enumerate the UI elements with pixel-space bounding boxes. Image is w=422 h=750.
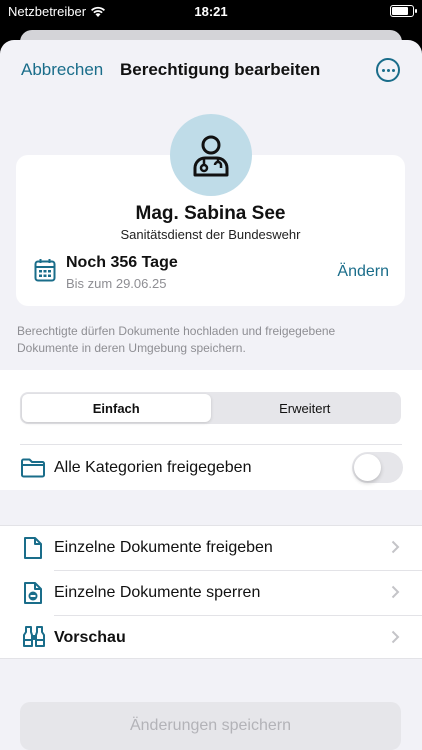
remaining-duration: Noch 356 Tage <box>66 254 178 271</box>
segment-einfach[interactable]: Einfach <box>22 394 211 422</box>
person-organization: Sanitätsdienst der Bundeswehr <box>120 227 301 242</box>
navigation-bar: Abbrechen Berechtigung bearbeiten <box>0 40 422 100</box>
documents-list: Einzelne Dokumente freigeben Einzelne Do… <box>0 525 422 659</box>
document-icon <box>24 537 42 559</box>
mode-segmented-control: Einfach Erweitert <box>20 392 401 424</box>
clock: 18:21 <box>194 4 228 19</box>
chevron-right-icon <box>391 630 400 644</box>
segment-erweitert[interactable]: Erweitert <box>211 394 400 422</box>
list-item-share-documents[interactable]: Einzelne Dokumente freigeben <box>0 526 422 570</box>
status-bar: Netzbetreiber 18:21 <box>0 0 422 26</box>
all-categories-label: Alle Kategorien freigegeben <box>54 459 252 476</box>
calendar-icon <box>34 259 56 282</box>
chevron-right-icon <box>391 585 400 599</box>
change-button[interactable]: Ändern <box>337 263 389 281</box>
list-item-label: Einzelne Dokumente sperren <box>54 584 261 601</box>
page-title: Berechtigung bearbeiten <box>120 60 321 79</box>
doctor-icon <box>193 135 229 177</box>
chevron-right-icon <box>391 540 400 554</box>
edit-permission-sheet: Abbrechen Berechtigung bearbeiten Mag. S… <box>0 40 422 750</box>
list-item-label: Einzelne Dokumente freigeben <box>54 539 273 556</box>
all-categories-row: Alle Kategorien freigegeben <box>0 444 422 490</box>
ellipsis-circle-icon[interactable] <box>376 58 400 82</box>
folder-icon <box>21 458 45 478</box>
list-item-label: Vorschau <box>54 629 126 646</box>
person-name: Mag. Sabina See <box>135 203 286 224</box>
battery-icon <box>390 5 417 17</box>
info-text: Berechtigte dürfen Dokumente hochladen u… <box>17 324 336 355</box>
document-blocked-icon <box>24 582 42 604</box>
avatar <box>170 114 252 196</box>
all-categories-toggle[interactable] <box>352 452 403 483</box>
expiry-date: Bis zum 29.06.25 <box>66 276 167 291</box>
list-item-preview[interactable]: Vorschau <box>0 616 422 660</box>
binoculars-icon <box>23 626 45 647</box>
save-changes-button[interactable]: Änderungen speichern <box>20 702 401 750</box>
list-item-block-documents[interactable]: Einzelne Dokumente sperren <box>0 571 422 615</box>
cancel-button[interactable]: Abbrechen <box>21 60 103 80</box>
